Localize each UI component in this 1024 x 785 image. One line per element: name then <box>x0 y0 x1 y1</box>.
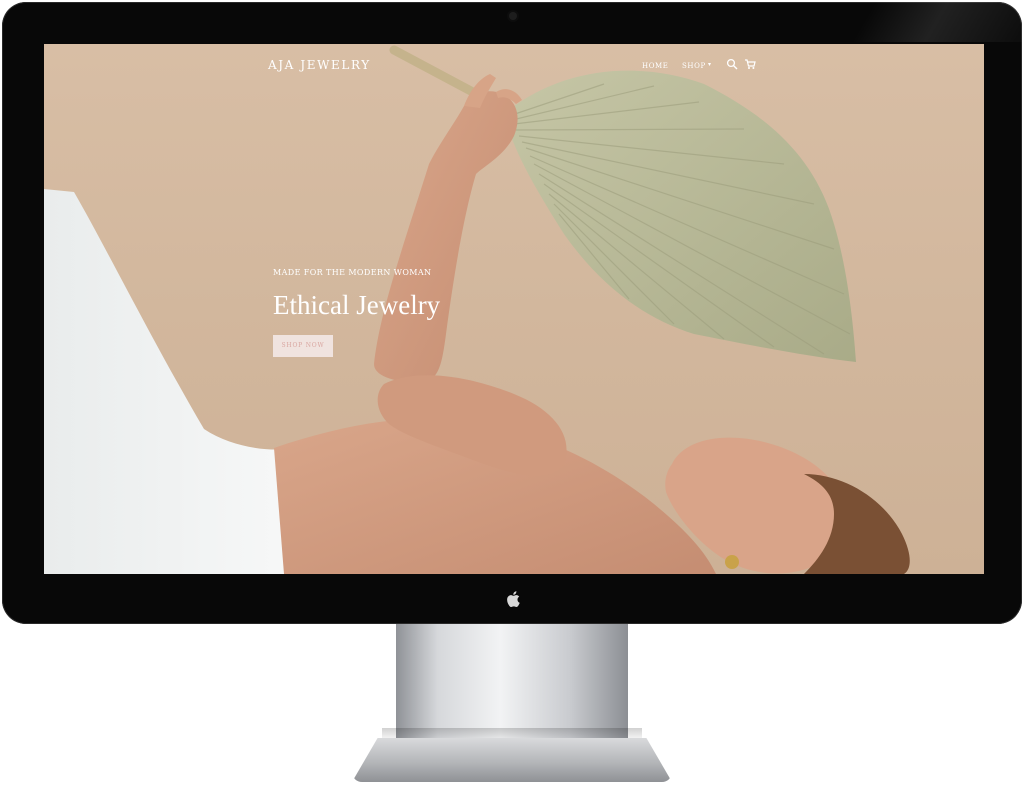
site-logo[interactable]: AJA JEWELRY <box>268 58 371 72</box>
monitor-stand-neck <box>396 624 628 742</box>
hero-content: MADE FOR THE MODERN WOMAN Ethical Jewelr… <box>273 268 440 357</box>
apple-logo-icon <box>507 591 520 608</box>
hero-title: Ethical Jewelry <box>273 290 441 320</box>
nav-shop-link[interactable]: SHOP <box>682 62 706 70</box>
monitor-bezel: AJA JEWELRY HOME SHOP ▾ MADE FOR THE MOD… <box>2 2 1022 624</box>
hero-image <box>44 45 910 574</box>
hero-eyebrow: MADE FOR THE MODERN WOMAN <box>273 268 432 277</box>
webcam <box>509 12 517 20</box>
chevron-down-icon[interactable]: ▾ <box>708 61 711 68</box>
website-screen: AJA JEWELRY HOME SHOP ▾ MADE FOR THE MOD… <box>44 44 984 574</box>
monitor-stand-base <box>352 738 672 782</box>
nav-home-link[interactable]: HOME <box>642 62 669 70</box>
site-header: AJA JEWELRY HOME SHOP ▾ <box>44 44 984 90</box>
search-icon[interactable] <box>726 58 738 70</box>
torso <box>274 375 716 574</box>
shop-now-button[interactable]: SHOP NOW <box>273 335 333 357</box>
cart-icon[interactable] <box>744 58 756 70</box>
white-shirt <box>44 189 296 574</box>
earring <box>725 555 739 569</box>
